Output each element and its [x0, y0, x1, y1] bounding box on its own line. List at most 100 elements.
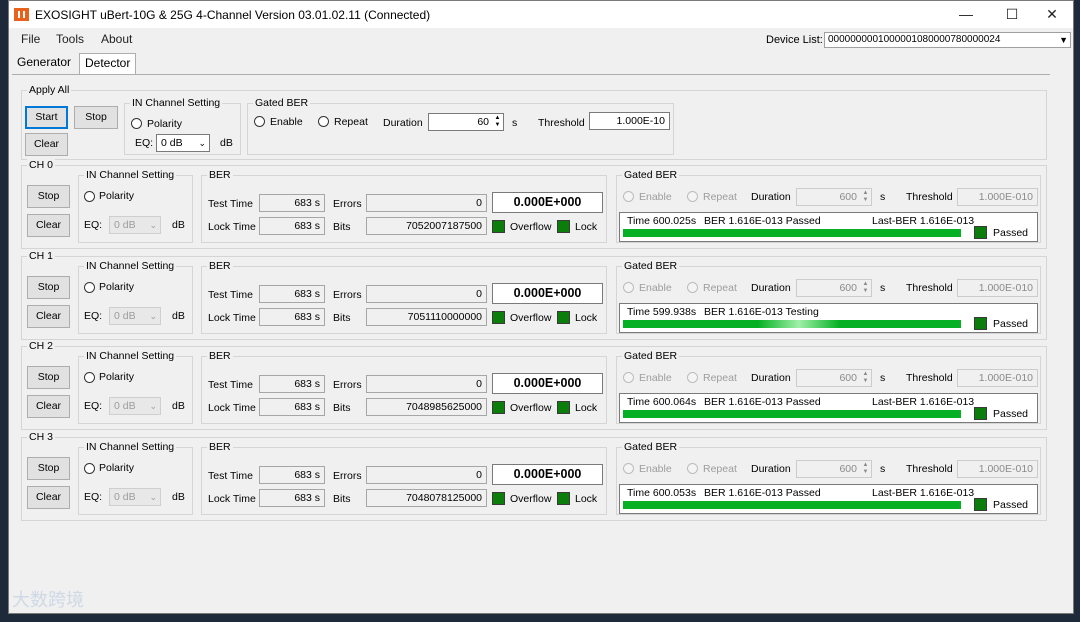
- eq-unit: dB: [172, 310, 185, 322]
- repeat-radio[interactable]: [318, 116, 329, 127]
- stop-all-button[interactable]: Stop: [74, 106, 118, 129]
- title-bar: EXOSIGHT uBert-10G & 25G 4-Channel Versi…: [9, 1, 1073, 28]
- channel-clear-button[interactable]: Clear: [27, 395, 70, 418]
- errors-value: 0: [366, 194, 487, 212]
- eq-select[interactable]: 0 dB ⌄: [156, 134, 210, 152]
- enable-radio[interactable]: [623, 463, 634, 474]
- duration-value: 600: [839, 372, 857, 384]
- channel-stop-button[interactable]: Stop: [27, 276, 70, 299]
- passed-indicator: [974, 498, 987, 511]
- in-channel-title: IN Channel Setting: [84, 260, 177, 272]
- threshold-input[interactable]: 1.000E-010: [957, 460, 1038, 478]
- minimize-button[interactable]: —: [943, 1, 989, 28]
- channel-in-setting: IN Channel Setting Polarity EQ: 0 dB ⌄ dB: [78, 169, 193, 243]
- duration-unit: s: [880, 372, 886, 384]
- enable-radio[interactable]: [623, 372, 634, 383]
- apply-all-group: Apply All Start Stop Clear IN Channel Se…: [21, 84, 1047, 160]
- passed-label: Passed: [993, 227, 1029, 239]
- test-time-value: 683 s: [259, 466, 325, 484]
- menu-file[interactable]: File: [21, 32, 40, 46]
- spinner-icon[interactable]: ▲ ▼: [861, 371, 870, 385]
- polarity-radio[interactable]: [84, 282, 95, 293]
- repeat-radio[interactable]: [687, 372, 698, 383]
- duration-input[interactable]: 600 ▲ ▼: [796, 369, 872, 387]
- duration-label: Duration: [751, 282, 791, 294]
- channel-ber-group: BER Test Time 683 s Errors 0 0.000E+000 …: [201, 350, 607, 424]
- chevron-down-icon: ⌄: [149, 492, 157, 502]
- polarity-radio[interactable]: [84, 372, 95, 383]
- tab-generator[interactable]: Generator: [12, 53, 76, 73]
- channel-in-setting: IN Channel Setting Polarity EQ: 0 dB ⌄ dB: [78, 350, 193, 424]
- chevron-down-icon: ⌄: [149, 311, 157, 321]
- duration-value: 600: [839, 191, 857, 203]
- channel-clear-button[interactable]: Clear: [27, 305, 70, 328]
- eq-select[interactable]: 0 dB ⌄: [109, 307, 161, 325]
- channel-name: CH 0: [27, 159, 55, 171]
- lock-time-label: Lock Time: [208, 221, 256, 233]
- eq-label: EQ:: [84, 400, 103, 412]
- channel-ber-group: BER Test Time 683 s Errors 0 0.000E+000 …: [201, 441, 607, 515]
- threshold-input[interactable]: 1.000E-010: [957, 279, 1038, 297]
- channel-clear-button[interactable]: Clear: [27, 486, 70, 509]
- duration-input[interactable]: 600 ▲ ▼: [796, 460, 872, 478]
- threshold-input[interactable]: 1.000E-010: [957, 369, 1038, 387]
- polarity-radio[interactable]: [131, 118, 142, 129]
- channel-stop-button[interactable]: Stop: [27, 366, 70, 389]
- channel-clear-button[interactable]: Clear: [27, 214, 70, 237]
- gated-last-ber: Last-BER 1.616E-013: [872, 487, 975, 499]
- enable-radio[interactable]: [623, 282, 634, 293]
- repeat-radio[interactable]: [687, 282, 698, 293]
- eq-label: EQ:: [84, 219, 103, 231]
- threshold-input[interactable]: 1.000E-010: [957, 188, 1038, 206]
- passed-label: Passed: [993, 408, 1029, 420]
- test-time-label: Test Time: [208, 289, 253, 301]
- start-all-button[interactable]: Start: [25, 106, 68, 129]
- gated-ber-title: Gated BER: [622, 260, 680, 272]
- menu-tools[interactable]: Tools: [56, 32, 84, 46]
- gated-last-ber: Last-BER 1.616E-013: [872, 215, 975, 227]
- watermark: 大数跨境: [12, 590, 84, 610]
- eq-select[interactable]: 0 dB ⌄: [109, 488, 161, 506]
- gated-status-box: Time 600.064s BER 1.616E-013 Passed Last…: [619, 393, 1038, 423]
- repeat-radio[interactable]: [687, 191, 698, 202]
- eq-select[interactable]: 0 dB ⌄: [109, 397, 161, 415]
- duration-input[interactable]: 60 ▲ ▼: [428, 113, 504, 131]
- gated-ber-title: Gated BER: [253, 97, 311, 109]
- lock-indicator: [557, 220, 570, 233]
- duration-input[interactable]: 600 ▲ ▼: [796, 279, 872, 297]
- spinner-icon[interactable]: ▲ ▼: [861, 462, 870, 476]
- gated-ber-status: BER 1.616E-013 Passed: [704, 487, 821, 499]
- eq-label: EQ:: [84, 310, 103, 322]
- polarity-radio[interactable]: [84, 463, 95, 474]
- polarity-radio[interactable]: [84, 191, 95, 202]
- enable-radio[interactable]: [254, 116, 265, 127]
- gated-ber-title: Gated BER: [622, 350, 680, 362]
- eq-select[interactable]: 0 dB ⌄: [109, 216, 161, 234]
- repeat-radio[interactable]: [687, 463, 698, 474]
- duration-input[interactable]: 600 ▲ ▼: [796, 188, 872, 206]
- device-list-select[interactable]: 0000000001000001080000780000024 ▼: [824, 32, 1071, 48]
- tab-detector[interactable]: Detector: [79, 53, 137, 76]
- spinner-icon[interactable]: ▲ ▼: [493, 115, 502, 129]
- channel-stop-button[interactable]: Stop: [27, 457, 70, 480]
- clear-all-button[interactable]: Clear: [25, 133, 68, 156]
- bits-label: Bits: [333, 221, 351, 233]
- eq-unit: dB: [172, 400, 185, 412]
- menu-about[interactable]: About: [101, 32, 132, 46]
- duration-unit: s: [512, 117, 518, 129]
- enable-label: Enable: [639, 463, 672, 475]
- errors-label: Errors: [333, 470, 362, 482]
- bits-label: Bits: [333, 312, 351, 324]
- channel-name: CH 3: [27, 431, 55, 443]
- enable-radio[interactable]: [623, 191, 634, 202]
- threshold-input[interactable]: 1.000E-10: [589, 112, 670, 130]
- gated-last-ber: Last-BER 1.616E-013: [872, 396, 975, 408]
- channel-ber-group: BER Test Time 683 s Errors 0 0.000E+000 …: [201, 260, 607, 334]
- chevron-down-icon: ▼: [1059, 35, 1068, 45]
- lock-label: Lock: [575, 312, 598, 324]
- channel-stop-button[interactable]: Stop: [27, 185, 70, 208]
- close-button[interactable]: ✕: [1029, 1, 1073, 28]
- spinner-icon[interactable]: ▲ ▼: [861, 190, 870, 204]
- channel-gated-ber-group: Gated BER Enable Repeat Duration 600 ▲ ▼ s…: [616, 441, 1041, 515]
- spinner-icon[interactable]: ▲ ▼: [861, 281, 870, 295]
